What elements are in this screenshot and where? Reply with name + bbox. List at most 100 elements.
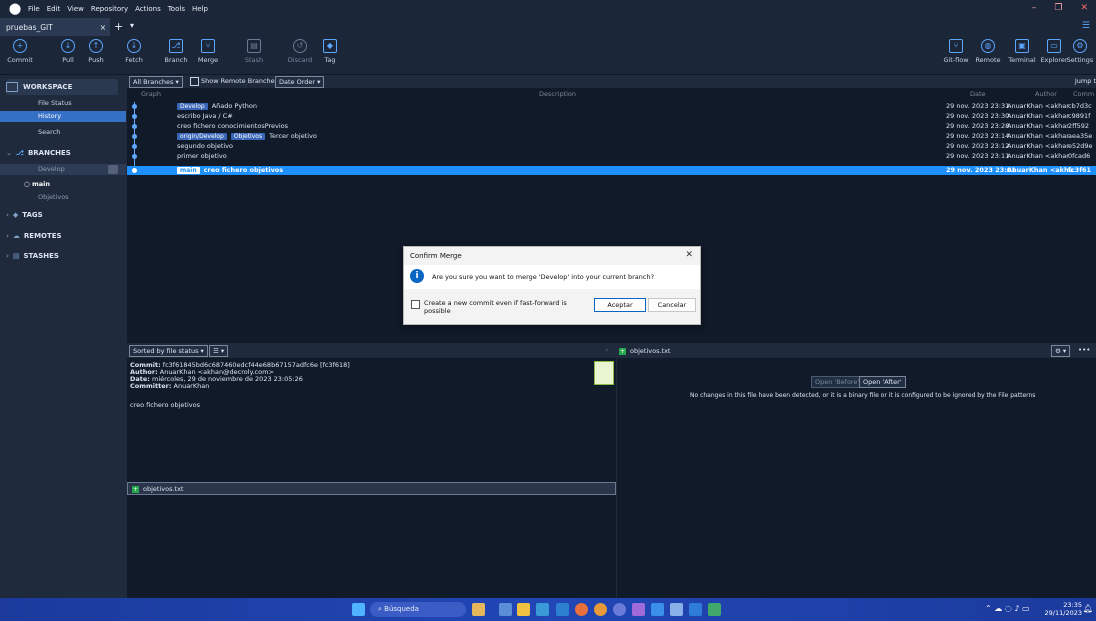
stashes-header[interactable]: › ▤ STASHES	[6, 248, 118, 264]
branch-button[interactable]: ⎇ Branch	[158, 39, 194, 64]
sidebar-branch-objetivos[interactable]: Objetivos	[0, 192, 126, 203]
hamburger-icon[interactable]: ☰	[1082, 21, 1090, 31]
chevron-right-icon: ›	[6, 211, 9, 219]
close-icon[interactable]: ✕	[685, 250, 693, 260]
branch-icon: ⎇	[15, 149, 24, 157]
table-row[interactable]: Develop Añado Python 29 nov. 2023 23:31 A…	[127, 102, 1096, 110]
fast-forward-checkbox[interactable]	[411, 300, 420, 309]
firefox-icon[interactable]	[594, 603, 607, 616]
menu-actions[interactable]: Actions	[135, 5, 161, 13]
git-flow-button[interactable]: ⑂ Git-flow	[938, 39, 974, 64]
graph-header[interactable]: Graph	[141, 90, 161, 98]
commit-header[interactable]: Comm	[1073, 90, 1094, 98]
commit-dot-icon	[132, 124, 137, 129]
table-row[interactable]: creo fichero conocimientosPrevios 29 nov…	[127, 122, 1096, 130]
widgets-icon[interactable]	[472, 603, 485, 616]
sidebar-item-search[interactable]: Search	[0, 127, 126, 138]
tab-bar: pruebas_GIT × + ▾ ☰	[0, 18, 1096, 36]
cancel-button[interactable]: Cancelar	[648, 298, 696, 312]
remote-button[interactable]: ◍ Remote	[970, 39, 1006, 64]
merge-icon: ⑂	[201, 39, 215, 53]
file-list-item[interactable]: + objetivos.txt	[127, 482, 616, 495]
app-icon[interactable]	[499, 603, 512, 616]
maximize-icon[interactable]: ❐	[1054, 3, 1062, 13]
table-row[interactable]: escribo Java / C# 29 nov. 2023 23:30 Anu…	[127, 112, 1096, 120]
monitor-icon	[6, 82, 18, 92]
author-header[interactable]: Author	[1035, 90, 1057, 98]
sort-dropdown[interactable]: Sorted by file status ▾	[129, 345, 208, 357]
menu-repository[interactable]: Repository	[91, 5, 128, 13]
menu-view[interactable]: View	[67, 5, 84, 13]
settings-button[interactable]: ⚙ Settings	[1062, 39, 1096, 64]
search-icon[interactable]: ⌕	[605, 346, 609, 355]
visual-studio-icon[interactable]	[632, 603, 645, 616]
remotes-header[interactable]: › ☁ REMOTES	[6, 228, 118, 244]
more-options-icon[interactable]: •••	[1078, 346, 1090, 354]
menu-edit[interactable]: Edit	[47, 5, 61, 13]
jump-to-button[interactable]: Jump t	[1075, 77, 1096, 85]
terminal-button[interactable]: ▣ Terminal	[1004, 39, 1040, 64]
edge-icon[interactable]	[536, 603, 549, 616]
table-row[interactable]: primer objetivo 29 nov. 2023 23:11 Anuar…	[127, 152, 1096, 160]
merge-button[interactable]: ⑂ Merge	[190, 39, 226, 64]
notification-bell-icon[interactable]: 🔔︎	[1083, 604, 1093, 613]
menu-file[interactable]: File	[28, 5, 40, 13]
table-row[interactable]: origin/Develop Objetivos Tercer objetivo 2…	[127, 132, 1096, 140]
close-window-icon[interactable]: ✕	[1080, 3, 1088, 13]
table-row-selected[interactable]: main creo fichero objetivos 29 nov. 2023 …	[127, 166, 1096, 175]
branch-tag: Objetivos	[230, 133, 266, 140]
discord-icon[interactable]	[613, 603, 626, 616]
diff-options-button[interactable]: ⚙ ▾	[1051, 345, 1071, 357]
tag-button[interactable]: ◆ Tag	[312, 39, 348, 64]
store-icon[interactable]	[556, 603, 569, 616]
tray-icons[interactable]: ⌃ ☁ ◌ ♪ ▭	[985, 604, 1030, 613]
menu-help[interactable]: Help	[192, 5, 208, 13]
tag-icon: ◆	[12, 211, 19, 219]
chrome-icon[interactable]	[575, 603, 588, 616]
windows-start-icon[interactable]	[352, 603, 365, 616]
open-after-button[interactable]: Open 'After'	[859, 376, 906, 388]
dialog-message: Are you sure you want to merge 'Develop'…	[432, 273, 655, 281]
app-icon[interactable]	[708, 603, 721, 616]
accept-button[interactable]: Aceptar	[594, 298, 646, 312]
all-branches-dropdown[interactable]: All Branches ▾	[129, 76, 183, 88]
app-icon[interactable]	[670, 603, 683, 616]
minimize-icon[interactable]: –	[1032, 3, 1037, 13]
chevron-right-icon: ›	[6, 252, 9, 260]
commit-dot-icon	[132, 104, 137, 109]
date-header[interactable]: Date	[970, 90, 986, 98]
vscode-icon[interactable]	[651, 603, 664, 616]
file-added-icon: +	[619, 347, 626, 355]
taskbar-search[interactable]: ⌕ Búsqueda	[370, 602, 466, 617]
sidebar-branch-main[interactable]: ○ main	[0, 179, 126, 190]
sidebar-item-file-status[interactable]: File Status	[0, 98, 126, 109]
workspace-header[interactable]: WORKSPACE	[6, 79, 118, 95]
table-row[interactable]: segundo objetivo 29 nov. 2023 23:12 Anua…	[127, 142, 1096, 150]
sidebar-item-history[interactable]: History	[0, 111, 126, 122]
sidebar-branch-develop[interactable]: Develop	[0, 164, 126, 175]
sourcetree-taskbar-icon[interactable]	[689, 603, 702, 616]
file-explorer-icon[interactable]	[517, 603, 530, 616]
close-tab-icon[interactable]: ×	[100, 23, 106, 32]
description-header[interactable]: Description	[539, 90, 576, 98]
menu-tools[interactable]: Tools	[168, 5, 185, 13]
new-tab-icon[interactable]: +	[114, 20, 123, 33]
push-button[interactable]: ↑ Push	[78, 39, 114, 64]
view-mode-dropdown[interactable]: ☰ ▾	[209, 345, 229, 357]
show-remote-label: Show Remote Branches	[201, 77, 279, 85]
tags-header[interactable]: › ◆ TAGS	[6, 207, 118, 223]
show-remote-checkbox[interactable]	[190, 77, 199, 86]
selected-file[interactable]: + objetivos.txt	[619, 347, 670, 355]
open-before-button[interactable]: Open 'Before'	[811, 376, 864, 388]
tab-dropdown-icon[interactable]: ▾	[130, 21, 134, 30]
stash-button[interactable]: ▤ Stash	[236, 39, 272, 64]
taskbar-clock[interactable]: 23:35 29/11/2023	[1045, 601, 1082, 617]
commit-button[interactable]: + Commit	[2, 39, 38, 64]
date-order-dropdown[interactable]: Date Order ▾	[275, 76, 325, 88]
fetch-button[interactable]: ↓ Fetch	[116, 39, 152, 64]
branches-header[interactable]: ⌄ ⎇ BRANCHES	[6, 145, 118, 161]
repo-tab[interactable]: pruebas_GIT ×	[0, 18, 110, 36]
commit-dot-icon	[132, 154, 137, 159]
file-added-icon: +	[132, 485, 139, 493]
commit-committer: AnuarKhan	[173, 382, 210, 390]
